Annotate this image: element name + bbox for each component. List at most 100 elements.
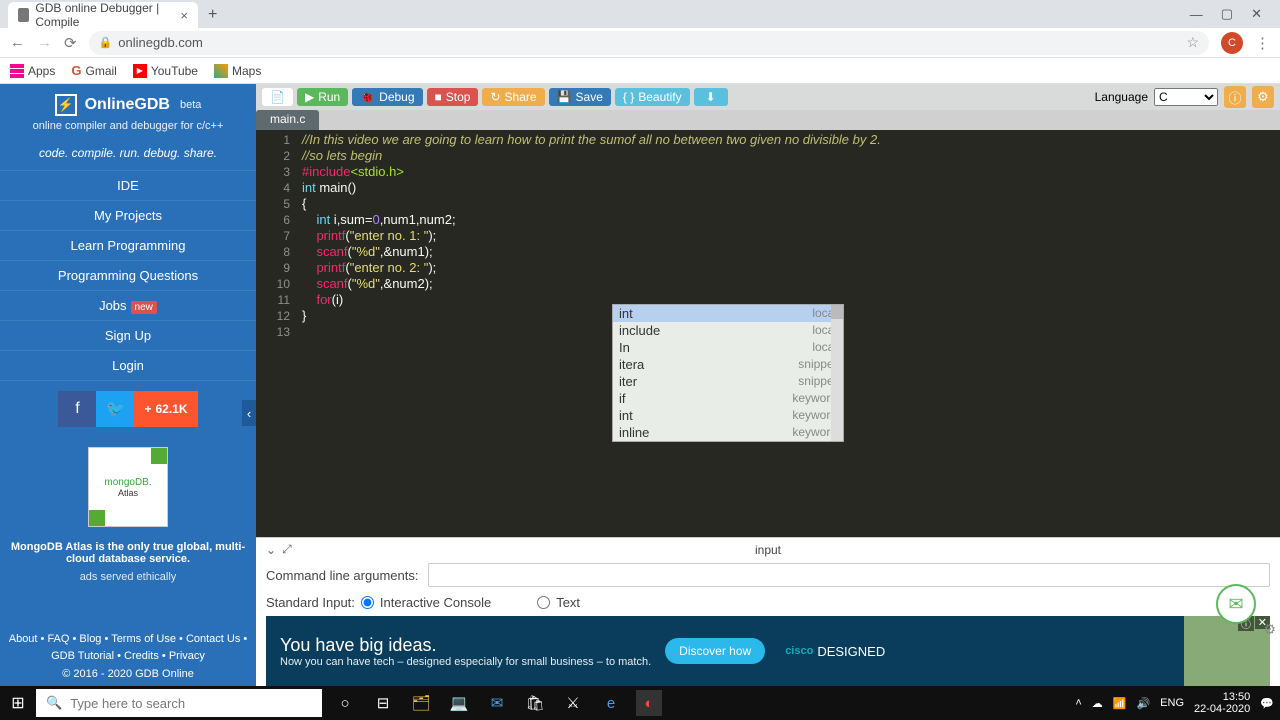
lock-icon: 🔒 <box>99 36 113 49</box>
back-icon[interactable]: ← <box>10 34 25 51</box>
new-file-button[interactable]: 📄 <box>262 88 293 106</box>
volume-icon[interactable]: 🔊 <box>1136 697 1150 710</box>
tray-lang[interactable]: ENG <box>1160 697 1184 709</box>
bookmark-gmail[interactable]: GGmail <box>71 63 116 78</box>
nav-login[interactable]: Login <box>0 350 256 381</box>
stdin-label: Standard Input: <box>266 595 355 610</box>
page-gear-icon[interactable]: ⚙ <box>1263 621 1276 638</box>
explorer-icon[interactable]: 🗂 <box>408 690 434 716</box>
start-button[interactable]: ⊞ <box>0 693 36 713</box>
autocomplete-item[interactable]: intlocal <box>613 305 843 322</box>
motto: code. compile. run. debug. share. <box>0 140 256 170</box>
new-tab-button[interactable]: + <box>198 2 227 28</box>
save-icon: 💾 <box>557 90 572 104</box>
taskview-icon[interactable]: ⊟ <box>370 690 396 716</box>
settings-button[interactable]: ⚙ <box>1252 86 1274 108</box>
minimize-icon[interactable]: — <box>1190 7 1203 22</box>
tray-clock[interactable]: 13:50 22-04-2020 <box>1194 691 1250 715</box>
maximize-icon[interactable]: ▢ <box>1221 6 1233 22</box>
onedrive-icon[interactable]: ☁ <box>1092 697 1103 710</box>
mail-icon: ✉ <box>1228 594 1243 615</box>
toolbar: 📄 ▶Run 🐞Debug ■Stop ↻Share 💾Save { }Beau… <box>256 84 1280 110</box>
plus-icon: + <box>144 402 151 416</box>
forward-icon[interactable]: → <box>37 34 52 51</box>
app-icon[interactable]: 💻 <box>446 690 472 716</box>
language-select[interactable]: C <box>1154 88 1218 106</box>
code-editor[interactable]: 12345678910111213 //In this video we are… <box>256 130 1280 537</box>
mail-app-icon[interactable]: ✉ <box>484 690 510 716</box>
input-tab-label[interactable]: input <box>755 543 781 557</box>
nav-ide[interactable]: IDE <box>0 170 256 200</box>
debug-button[interactable]: 🐞Debug <box>352 88 422 106</box>
banner-ad[interactable]: You have big ideas. Now you can have tec… <box>266 616 1270 686</box>
window-close-icon[interactable]: ✕ <box>1251 6 1262 22</box>
nav-my-projects[interactable]: My Projects <box>0 200 256 230</box>
twitter-button[interactable]: 🐦 <box>96 391 134 427</box>
cmd-args-input[interactable] <box>428 563 1270 587</box>
footer-links[interactable]: About • FAQ • Blog • Terms of Use • Cont… <box>0 623 256 668</box>
stdin-interactive-radio[interactable] <box>361 596 374 609</box>
tray-up-icon[interactable]: ˄ <box>1075 697 1081 709</box>
ad-subtext: Now you can have tech – designed especia… <box>280 656 651 668</box>
bookmark-maps[interactable]: Maps <box>214 64 261 78</box>
chrome-icon[interactable]: ◐ <box>636 690 662 716</box>
feedback-button[interactable]: ✉ <box>1216 584 1256 624</box>
download-button[interactable]: ⬇ <box>694 88 728 106</box>
sidebar-collapse-icon[interactable]: ‹ <box>242 400 256 426</box>
ad-brand: mongoDB. <box>104 477 151 488</box>
share-icon: ↻ <box>490 90 500 104</box>
favicon <box>18 8 29 22</box>
save-button[interactable]: 💾Save <box>549 88 611 106</box>
autocomplete-item[interactable]: includelocal <box>613 322 843 339</box>
gmail-icon: G <box>71 63 81 78</box>
expand-icon[interactable]: ⤢ <box>282 542 292 557</box>
search-icon: 🔍 <box>46 695 62 711</box>
file-tab-main[interactable]: main.c <box>256 110 319 130</box>
logo[interactable]: ⚡ OnlineGDB beta <box>0 84 256 120</box>
autocomplete-item[interactable]: inlinekeyword <box>613 424 843 441</box>
autocomplete-scrollbar[interactable] <box>831 305 843 441</box>
new-badge: new <box>131 301 157 314</box>
share-button[interactable]: ↻Share <box>482 88 544 106</box>
info-icon: ⓘ <box>1228 88 1241 107</box>
profile-avatar[interactable]: C <box>1221 32 1243 54</box>
chevron-down-icon[interactable]: ⌄ <box>266 543 276 557</box>
sidebar-ad[interactable]: mongoDB. Atlas <box>88 447 168 527</box>
reload-icon[interactable]: ⟳ <box>64 34 77 52</box>
nav-learn[interactable]: Learn Programming <box>0 230 256 260</box>
share-count[interactable]: +62.1K <box>134 391 197 427</box>
autocomplete-item[interactable]: itersnippet <box>613 373 843 390</box>
ad-cta-button[interactable]: Discover how <box>665 638 765 664</box>
close-icon[interactable]: × <box>180 8 188 23</box>
cortana-icon[interactable]: ○ <box>332 690 358 716</box>
run-button[interactable]: ▶Run <box>297 88 348 106</box>
autocomplete-item[interactable]: Inlocal <box>613 339 843 356</box>
browser-tab[interactable]: GDB online Debugger | Compile × <box>8 2 198 28</box>
address-bar[interactable]: 🔒 onlinegdb.com ☆ <box>89 31 1209 55</box>
maps-icon <box>214 64 228 78</box>
facebook-button[interactable]: f <box>58 391 96 427</box>
wifi-icon[interactable]: 📶 <box>1113 697 1127 710</box>
bookmark-youtube[interactable]: ▶YouTube <box>133 64 198 78</box>
nav-questions[interactable]: Programming Questions <box>0 260 256 290</box>
app2-icon[interactable]: ⚔ <box>560 690 586 716</box>
autocomplete-item[interactable]: iterasnippet <box>613 356 843 373</box>
taskbar-search[interactable]: 🔍 Type here to search <box>36 689 322 717</box>
notifications-icon[interactable]: 💬 <box>1260 697 1274 710</box>
stop-button[interactable]: ■Stop <box>427 88 479 106</box>
store-icon[interactable]: 🛍 <box>522 690 548 716</box>
nav-jobs[interactable]: Jobsnew <box>0 290 256 320</box>
nav-signup[interactable]: Sign Up <box>0 320 256 350</box>
autocomplete-popup[interactable]: intlocal includelocal Inlocal iterasnipp… <box>612 304 844 442</box>
beautify-button[interactable]: { }Beautify <box>615 88 690 106</box>
menu-icon[interactable]: ⋮ <box>1255 34 1270 52</box>
help-button[interactable]: ⓘ <box>1224 86 1246 108</box>
autocomplete-item[interactable]: intkeyword <box>613 407 843 424</box>
ad-brand2: DESIGNED <box>817 644 885 659</box>
autocomplete-item[interactable]: ifkeyword <box>613 390 843 407</box>
edge-icon[interactable]: e <box>598 690 624 716</box>
bookmark-apps[interactable]: Apps <box>10 64 55 78</box>
stdin-text-radio[interactable] <box>537 596 550 609</box>
star-icon[interactable]: ☆ <box>1186 34 1199 51</box>
logo-icon: ⚡ <box>55 94 77 116</box>
